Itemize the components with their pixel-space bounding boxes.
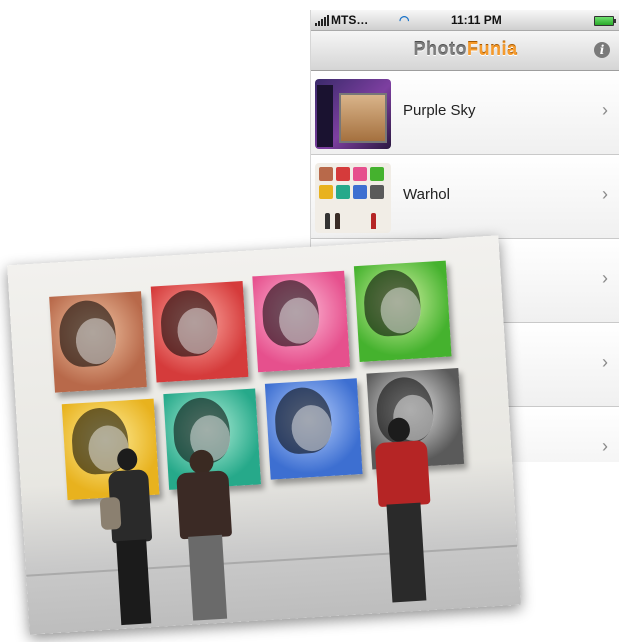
wifi-icon: ◠ xyxy=(399,13,410,27)
battery-icon xyxy=(594,16,616,26)
info-button[interactable]: i xyxy=(594,42,610,58)
chevron-right-icon: › xyxy=(602,100,608,120)
portrait-tile xyxy=(353,260,452,363)
list-item-label: Purple Sky xyxy=(403,102,476,119)
list-item-label: Warhol xyxy=(403,186,450,203)
visitor-figure xyxy=(367,416,442,608)
portrait-tile xyxy=(150,281,249,383)
wall-baseboard xyxy=(26,544,518,577)
screenshot-stage: MTS… ◠ 11:11 PM PhotoFunia i Purple Sky … xyxy=(0,0,619,642)
list-item-purple-sky[interactable]: Purple Sky › xyxy=(311,71,619,155)
portrait-tile xyxy=(264,378,363,480)
carrier-name: MTS… xyxy=(331,13,369,27)
logo-text-photo: Photo xyxy=(413,39,467,59)
chevron-right-icon: › xyxy=(602,352,608,372)
visitor-figure xyxy=(97,447,168,630)
warhol-example-photo xyxy=(7,235,521,635)
visitor-figure xyxy=(169,448,244,626)
navigation-bar: PhotoFunia i xyxy=(311,31,619,71)
signal-strength-icon xyxy=(315,15,329,26)
portrait-tile xyxy=(49,291,147,393)
logo-text-funia: Funia xyxy=(467,39,518,59)
app-logo: PhotoFunia xyxy=(311,39,619,60)
status-bar: MTS… ◠ 11:11 PM xyxy=(311,10,619,31)
chevron-right-icon: › xyxy=(602,184,608,204)
warhol-thumbnail xyxy=(315,163,391,233)
list-item-warhol[interactable]: Warhol › xyxy=(311,155,619,239)
portrait-tile xyxy=(252,270,350,373)
purple-sky-thumbnail xyxy=(315,79,391,149)
status-time: 11:11 PM xyxy=(451,13,502,27)
chevron-right-icon: › xyxy=(602,436,608,456)
chevron-right-icon: › xyxy=(602,268,608,288)
